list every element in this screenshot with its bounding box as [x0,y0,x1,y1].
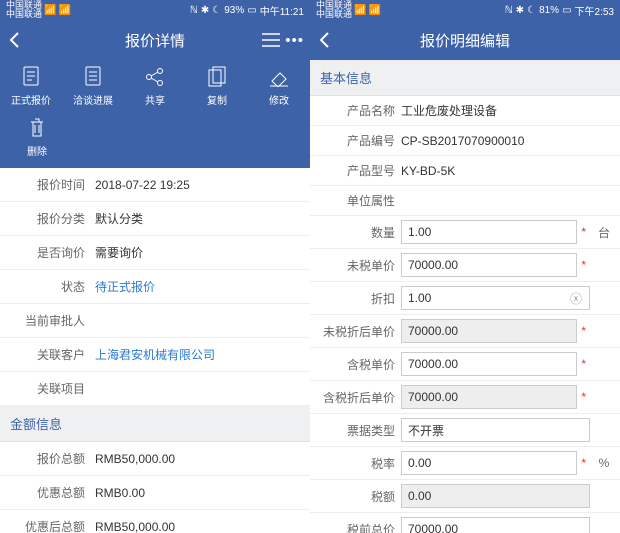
product-name: 工业危废处理设备 [401,102,614,119]
clock-text: 中午11:21 [260,3,304,18]
status-bar: 中国联通 中国联通 📶 📶 ℕ ✱ ☾ 81% ▭ 下午2:53 [310,0,620,20]
clock-text: 下午2:53 [575,3,614,18]
qty-input[interactable] [401,220,577,244]
share-icon [144,66,166,88]
form-content: 基本信息 产品名称工业危废处理设备 产品编号CP-SB2017070900010… [310,60,620,533]
quote-total-value: RMB50,000.00 [95,452,300,466]
page-title: 报价详情 [125,30,185,51]
page-title: 报价明细编辑 [420,30,510,51]
document-lines-icon [82,66,104,88]
signal-icon: 📶 [44,5,56,16]
pretax-input[interactable] [401,253,577,277]
bluetooth-icon: ✱ [516,5,524,16]
discount-input[interactable] [401,286,590,310]
nfc-icon: ℕ [505,5,513,16]
battery-icon: ▭ [562,5,571,16]
clear-icon[interactable]: ⓧ [568,290,584,307]
more-button[interactable]: ••• [285,20,304,60]
customer-link[interactable]: 上海君安机械有限公司 [95,346,300,363]
detail-content: 报价时间2018-07-22 19:25 报价分类默认分类 是否询价需要询价 状… [0,168,310,533]
taxed-input[interactable] [401,352,577,376]
carrier-2: 中国联通 [6,10,42,19]
quote-time-value: 2018-07-22 19:25 [95,178,300,192]
moon-icon: ☾ [212,5,221,16]
discount-total-value: RMB0.00 [95,486,300,500]
modify-button[interactable]: 修改 [254,66,304,107]
toolbar: 正式报价 洽谈进展 共享 复制 修改 [0,60,310,117]
document-check-icon [20,66,42,88]
trash-icon [26,117,48,139]
wifi-icon: 📶 [58,5,70,16]
copy-button[interactable]: 复制 [192,66,242,107]
share-button[interactable]: 共享 [130,66,180,107]
taxed-after-input [401,385,577,409]
product-code: CP-SB2017070900010 [401,134,614,148]
moon-icon: ☾ [527,5,536,16]
eraser-icon [268,66,290,88]
bluetooth-icon: ✱ [201,5,209,16]
battery-text: 93% [224,5,244,16]
delete-button[interactable]: 删除 [12,117,62,158]
carrier-2: 中国联通 [316,10,352,19]
invoice-select[interactable] [401,418,590,442]
menu-button[interactable] [262,20,280,60]
quote-edit-screen: 中国联通 中国联通 📶 📶 ℕ ✱ ☾ 81% ▭ 下午2:53 报价明细编辑 … [310,0,620,533]
taxrate-input[interactable] [401,451,577,475]
product-model: KY-BD-5K [401,164,614,178]
title-bar: 报价明细编辑 [310,20,620,60]
back-button[interactable] [8,20,20,60]
formal-quote-button[interactable]: 正式报价 [6,66,56,107]
qty-unit: 台 [594,224,614,241]
after-total-value: RMB50,000.00 [95,520,300,533]
basic-info-header: 基本信息 [310,60,620,96]
status-bar: 中国联通 中国联通 📶 📶 ℕ ✱ ☾ 93% ▭ 中午11:21 [0,0,310,20]
pretax-after-input [401,319,577,343]
percent-unit: % [594,456,614,470]
title-bar: 报价详情 ••• [0,20,310,60]
category-value: 默认分类 [95,210,300,227]
inquiry-value: 需要询价 [95,244,300,261]
tax-input [401,484,590,508]
pretax-total-input[interactable] [401,517,590,533]
back-button[interactable] [318,20,330,60]
negotiate-button[interactable]: 洽谈进展 [68,66,118,107]
wifi-icon: 📶 [368,5,380,16]
nfc-icon: ℕ [190,5,198,16]
required-mark: * [581,225,586,239]
quote-detail-screen: 中国联通 中国联通 📶 📶 ℕ ✱ ☾ 93% ▭ 中午11:21 报价详情 •… [0,0,310,533]
signal-icon: 📶 [354,5,366,16]
status-value: 待正式报价 [95,278,300,295]
amount-section-header: 金额信息 [0,406,310,442]
copy-icon [206,66,228,88]
battery-icon: ▭ [247,5,256,16]
battery-text: 81% [539,5,559,16]
